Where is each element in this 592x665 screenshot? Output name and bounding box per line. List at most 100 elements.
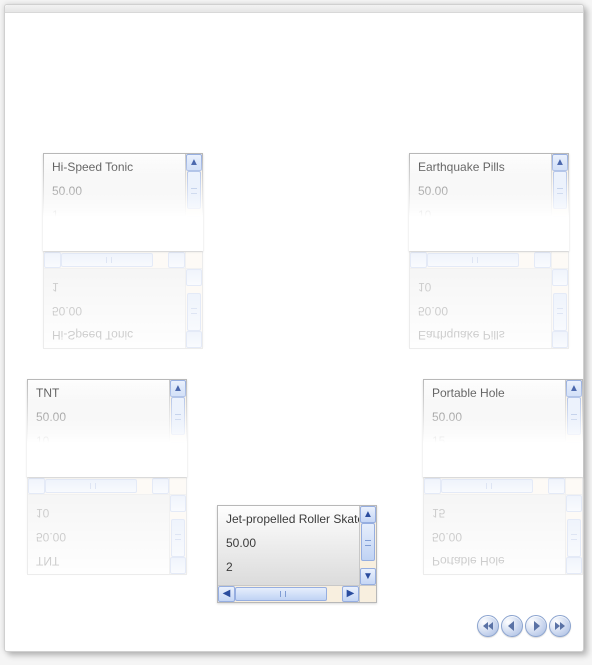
scroll-right-button[interactable]: ▶ <box>548 460 565 476</box>
first-button[interactable] <box>477 615 499 637</box>
horizontal-scrollbar[interactable]: ◀ ▶ <box>410 233 551 250</box>
hscroll-track[interactable] <box>441 460 548 476</box>
prev-button[interactable] <box>501 615 523 637</box>
card-panel[interactable]: Jet-propelled Roller Skates 50.00 2 ▲ ▼ … <box>217 505 377 603</box>
scroll-up-button[interactable]: ▲ <box>186 154 202 171</box>
product-card: Portable Hole 50.00 15 ▲ ▼ ◀ ▶ <box>423 379 583 575</box>
scroll-down-button[interactable]: ▼ <box>360 568 376 585</box>
window-titlebar[interactable] <box>5 5 583 13</box>
vscroll-thumb[interactable] <box>553 171 567 209</box>
vscroll-track[interactable] <box>552 171 568 216</box>
vscroll-thumb[interactable] <box>567 397 581 435</box>
product-qty: 10 <box>36 434 161 448</box>
hscroll-thumb[interactable] <box>235 587 327 601</box>
product-price: 50.00 <box>432 410 557 424</box>
product-price: 50.00 <box>52 184 177 198</box>
scroll-right-button[interactable]: ▶ <box>342 586 359 602</box>
scroll-right-button[interactable]: ▶ <box>168 234 185 250</box>
horizontal-scrollbar[interactable]: ◀ ▶ <box>28 459 169 476</box>
scroll-up-button[interactable]: ▲ <box>566 380 582 397</box>
chevron-left-icon <box>506 620 518 632</box>
product-price: 50.00 <box>226 536 351 550</box>
vscroll-thumb[interactable] <box>361 523 375 561</box>
card-body: Hi-Speed Tonic 50.00 1 <box>44 154 185 233</box>
card-panel[interactable]: Hi-Speed Tonic 50.00 1 ▲ ▼ ◀ ▶ <box>43 153 203 251</box>
scroll-corner <box>169 459 186 476</box>
vertical-scrollbar[interactable]: ▲ ▼ <box>565 380 582 459</box>
card-body: Jet-propelled Roller Skates 50.00 2 <box>218 506 359 585</box>
scroll-up-button[interactable]: ▲ <box>170 380 186 397</box>
hscroll-track[interactable] <box>427 234 534 250</box>
hscroll-thumb[interactable] <box>61 235 153 249</box>
scroll-corner <box>359 585 376 602</box>
chevron-up-icon: ▲ <box>569 384 579 394</box>
scroll-down-button[interactable]: ▼ <box>566 442 582 459</box>
double-chevron-right-icon <box>554 620 566 632</box>
hscroll-track[interactable] <box>235 586 342 602</box>
card-body: Portable Hole 50.00 15 <box>424 380 565 459</box>
product-card: TNT 50.00 10 ▲ ▼ ◀ ▶ <box>27 379 187 575</box>
vertical-scrollbar[interactable]: ▲ ▼ <box>185 154 202 233</box>
product-card: Earthquake Pills 50.00 10 ▲ ▼ ◀ ▶ <box>409 153 569 349</box>
scroll-down-button[interactable]: ▼ <box>170 442 186 459</box>
product-qty: 1 <box>52 208 177 222</box>
chevron-left-icon: ◀ <box>223 589 231 599</box>
scroll-left-button[interactable]: ◀ <box>28 460 45 476</box>
product-name: Jet-propelled Roller Skates <box>226 512 351 526</box>
chevron-right-icon <box>530 620 542 632</box>
chevron-right-icon: ▶ <box>539 237 547 247</box>
carousel-nav <box>477 615 571 637</box>
product-card: Hi-Speed Tonic 50.00 1 ▲ ▼ ◀ ▶ <box>43 153 203 349</box>
hscroll-track[interactable] <box>61 234 168 250</box>
scroll-up-button[interactable]: ▲ <box>552 154 568 171</box>
vscroll-track[interactable] <box>566 397 582 442</box>
horizontal-scrollbar[interactable]: ◀ ▶ <box>218 585 359 602</box>
chevron-right-icon: ▶ <box>157 463 165 473</box>
hscroll-thumb[interactable] <box>45 461 137 475</box>
app-window: Hi-Speed Tonic 50.00 1 ▲ ▼ ◀ ▶ <box>4 4 584 652</box>
vscroll-track[interactable] <box>360 523 376 568</box>
card-body: TNT 50.00 10 <box>28 380 169 459</box>
vertical-scrollbar[interactable]: ▲ ▼ <box>169 380 186 459</box>
scroll-corner <box>551 233 568 250</box>
vscroll-track[interactable] <box>186 171 202 216</box>
card-panel[interactable]: Earthquake Pills 50.00 10 ▲ ▼ ◀ ▶ <box>409 153 569 251</box>
scroll-up-button[interactable]: ▲ <box>360 506 376 523</box>
product-card: Jet-propelled Roller Skates 50.00 2 ▲ ▼ … <box>217 505 377 603</box>
chevron-down-icon: ▼ <box>555 220 565 230</box>
carousel-canvas: Hi-Speed Tonic 50.00 1 ▲ ▼ ◀ ▶ <box>5 13 583 645</box>
scroll-right-button[interactable]: ▶ <box>152 460 169 476</box>
product-name: Earthquake Pills <box>418 160 543 174</box>
scroll-left-button[interactable]: ◀ <box>424 460 441 476</box>
chevron-left-icon: ◀ <box>49 237 57 247</box>
chevron-right-icon: ▶ <box>347 589 355 599</box>
hscroll-track[interactable] <box>45 460 152 476</box>
card-body: Earthquake Pills 50.00 10 <box>410 154 551 233</box>
hscroll-thumb[interactable] <box>427 235 519 249</box>
vscroll-thumb[interactable] <box>187 171 201 209</box>
chevron-down-icon: ▼ <box>189 220 199 230</box>
chevron-up-icon: ▲ <box>189 158 199 168</box>
vertical-scrollbar[interactable]: ▲ ▼ <box>359 506 376 585</box>
horizontal-scrollbar[interactable]: ◀ ▶ <box>424 459 565 476</box>
chevron-left-icon: ◀ <box>429 463 437 473</box>
scroll-corner <box>185 233 202 250</box>
scroll-down-button[interactable]: ▼ <box>186 216 202 233</box>
horizontal-scrollbar[interactable]: ◀ ▶ <box>44 233 185 250</box>
product-qty: 2 <box>226 560 351 574</box>
scroll-left-button[interactable]: ◀ <box>410 234 427 250</box>
vscroll-track[interactable] <box>170 397 186 442</box>
vertical-scrollbar[interactable]: ▲ ▼ <box>551 154 568 233</box>
scroll-left-button[interactable]: ◀ <box>44 234 61 250</box>
next-button[interactable] <box>525 615 547 637</box>
card-panel[interactable]: Portable Hole 50.00 15 ▲ ▼ ◀ ▶ <box>423 379 583 477</box>
last-button[interactable] <box>549 615 571 637</box>
scroll-corner <box>565 459 582 476</box>
scroll-right-button[interactable]: ▶ <box>534 234 551 250</box>
scroll-left-button[interactable]: ◀ <box>218 586 235 602</box>
hscroll-thumb[interactable] <box>441 461 533 475</box>
scroll-down-button[interactable]: ▼ <box>552 216 568 233</box>
product-qty: 15 <box>432 434 557 448</box>
vscroll-thumb[interactable] <box>171 397 185 435</box>
card-panel[interactable]: TNT 50.00 10 ▲ ▼ ◀ ▶ <box>27 379 187 477</box>
